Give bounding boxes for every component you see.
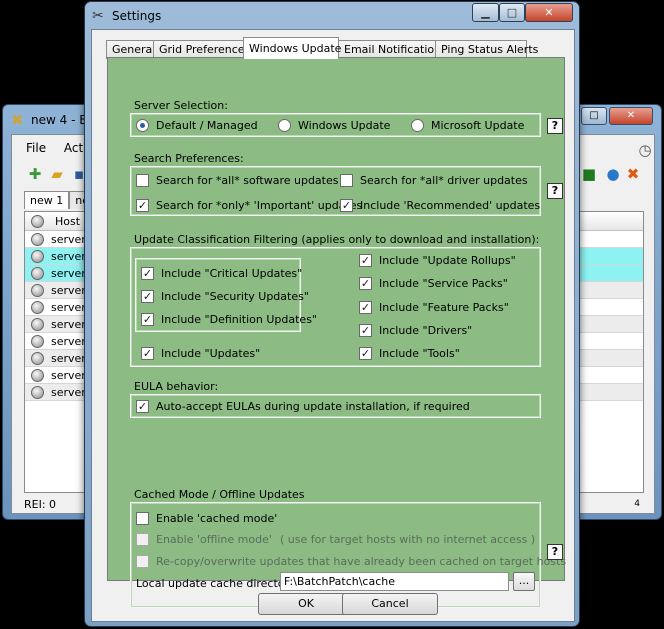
grid-icon[interactable]: ■ [580, 165, 598, 183]
checkbox-icon: ✓ [141, 289, 154, 303]
maximize-icon[interactable]: □ [581, 107, 607, 125]
checkbox-update-rollups[interactable]: ✓ Include "Update Rollups" [359, 252, 516, 268]
delete-icon[interactable]: ✖ [624, 165, 642, 183]
cache-directory-label: Local update cache directory: [136, 576, 299, 590]
checkbox-icon: ✓ [141, 346, 154, 360]
status-right: 4 [634, 499, 640, 509]
tab-windows-update[interactable]: Windows Update [243, 37, 341, 59]
status-icon [31, 284, 44, 297]
globe-icon[interactable]: ● [604, 165, 622, 183]
windows-update-page: Server Selection: Default / Managed Wind… [107, 57, 566, 608]
status-icon [31, 369, 44, 382]
close-icon[interactable]: ✕ [609, 107, 653, 125]
checkbox-all-software[interactable]: Search for *all* software updates [136, 172, 338, 188]
checkbox-tools[interactable]: ✓ Include "Tools" [359, 345, 460, 361]
status-left: REI: 0 [24, 498, 57, 511]
checkbox-icon: ✓ [359, 323, 372, 337]
eula-label: EULA behavior: [134, 380, 219, 393]
checkbox-definition-updates[interactable]: ✓ Include "Definition Updates" [141, 311, 317, 327]
add-host-icon[interactable]: ✚ [26, 165, 44, 183]
checkbox-drivers[interactable]: ✓ Include "Drivers" [359, 322, 472, 338]
classification-label: Update Classification Filtering (applies… [134, 233, 540, 246]
status-icon [31, 318, 44, 331]
close-icon[interactable]: ✕ [525, 3, 573, 22]
help-cached-mode-button[interactable]: ? [547, 544, 563, 560]
radio-icon [411, 118, 424, 132]
app-icon: ✖ [11, 111, 24, 129]
maximize-icon[interactable]: □ [499, 3, 525, 22]
checkbox-icon: ✓ [136, 198, 149, 212]
ok-button[interactable]: OK [258, 593, 354, 615]
checkbox-icon: ✓ [359, 253, 372, 267]
checkbox-feature-packs[interactable]: ✓ Include "Feature Packs" [359, 299, 509, 315]
checkbox-icon: ✓ [359, 300, 372, 314]
checkbox-icon [136, 173, 149, 187]
checkbox-icon [136, 532, 149, 546]
status-icon [31, 215, 44, 228]
status-icon [31, 233, 44, 246]
status-icon [31, 335, 44, 348]
radio-microsoft-update[interactable]: Microsoft Update [411, 117, 524, 133]
cancel-button[interactable]: Cancel [342, 593, 438, 615]
minimize-icon[interactable]: ▁ [472, 3, 499, 22]
browse-button[interactable]: ... [513, 572, 535, 591]
checkbox-updates[interactable]: ✓ Include "Updates" [141, 345, 260, 361]
checkbox-enable-cached-mode[interactable]: Enable 'cached mode' [136, 510, 277, 526]
offline-mode-hint: ( use for target hosts with no internet … [280, 532, 536, 546]
column-host[interactable]: Host [55, 215, 80, 228]
folder-icon[interactable]: ▰ [48, 165, 66, 183]
radio-icon [136, 118, 149, 132]
help-server-selection-button[interactable]: ? [547, 118, 563, 134]
checkbox-icon: ✓ [340, 198, 353, 212]
checkbox-icon [136, 511, 149, 525]
radio-windows-update[interactable]: Windows Update [278, 117, 390, 133]
status-icon [31, 352, 44, 365]
status-icon [31, 267, 44, 280]
radio-icon [278, 118, 291, 132]
checkbox-critical-updates[interactable]: ✓ Include "Critical Updates" [141, 265, 302, 281]
settings-dialog: ✂ Settings ▁ □ ✕ General Grid Preference… [84, 1, 580, 627]
checkbox-recopy-updates[interactable]: Re-copy/overwrite updates that have alre… [136, 553, 566, 569]
cached-mode-label: Cached Mode / Offline Updates [134, 488, 305, 501]
status-icon [31, 386, 44, 399]
tools-icon: ✂ [92, 8, 104, 24]
checkbox-only-important[interactable]: ✓ Search for *only* 'Important' updates [136, 197, 362, 213]
server-selection-label: Server Selection: [134, 99, 228, 112]
status-icon [31, 301, 44, 314]
checkbox-icon: ✓ [359, 346, 372, 360]
radio-default-managed[interactable]: Default / Managed [136, 117, 258, 133]
checkbox-icon: ✓ [141, 312, 154, 326]
checkbox-security-updates[interactable]: ✓ Include "Security Updates" [141, 288, 309, 304]
checkbox-auto-accept-eula[interactable]: ✓ Auto-accept EULAs during update install… [136, 398, 470, 414]
checkbox-all-driver[interactable]: Search for *all* driver updates [340, 172, 528, 188]
search-preferences-label: Search Preferences: [134, 152, 244, 165]
checkbox-service-packs[interactable]: ✓ Include "Service Packs" [359, 275, 508, 291]
checkbox-icon [136, 554, 149, 568]
menu-file[interactable]: File [26, 141, 46, 155]
timer-icon[interactable]: ◷ [636, 141, 654, 159]
status-icon [31, 250, 44, 263]
checkbox-include-recommended[interactable]: ✓ Include 'Recommended' updates [340, 197, 540, 213]
cache-directory-input[interactable]: F:\BatchPatch\cache [280, 572, 509, 591]
dialog-title: Settings [112, 9, 162, 23]
checkbox-icon: ✓ [359, 276, 372, 290]
dialog-body: General Grid Preferences Windows Update … [91, 29, 575, 622]
checkbox-icon [340, 173, 353, 187]
checkbox-enable-offline-mode[interactable]: Enable 'offline mode' [136, 531, 272, 547]
help-search-preferences-button[interactable]: ? [547, 183, 563, 199]
tab-new-1[interactable]: new 1 [24, 191, 70, 209]
bg-window-title: new 4 - B [31, 113, 88, 127]
checkbox-icon: ✓ [136, 399, 149, 413]
checkbox-icon: ✓ [141, 266, 154, 280]
